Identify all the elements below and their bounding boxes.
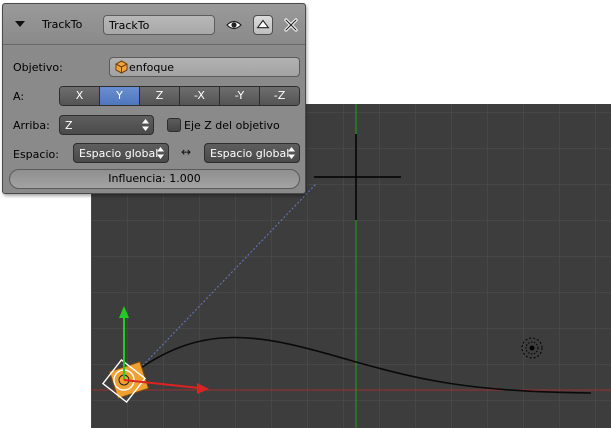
- owner-space-dropdown[interactable]: Espacio global: [73, 143, 169, 163]
- collapse-triangle-icon[interactable]: [15, 21, 25, 27]
- panel-header: TrackTo TrackTo: [3, 4, 305, 45]
- transform-gizmo: [119, 306, 209, 394]
- axis-neg-z-button[interactable]: -Z: [260, 87, 299, 105]
- target-z-checkbox-label: Eje Z del objetivo: [184, 119, 280, 132]
- up-axis-value: Z: [65, 119, 73, 132]
- updown-arrows-icon: [288, 147, 295, 159]
- target-empty-icon: [521, 337, 543, 359]
- up-axis-label: Arriba:: [13, 119, 50, 132]
- to-axis-selector: X Y Z -X -Y -Z: [59, 86, 300, 106]
- track-line: [128, 183, 317, 381]
- influence-slider[interactable]: Influencia: 1.000: [9, 169, 300, 189]
- to-axis-label: A:: [13, 90, 25, 103]
- target-object-value: enfoque: [129, 61, 175, 74]
- axis-neg-x-button[interactable]: -X: [180, 87, 220, 105]
- constraint-name-field[interactable]: TrackTo: [103, 15, 215, 35]
- constraint-type-label: TrackTo: [42, 18, 83, 31]
- space-label: Espacio:: [13, 148, 59, 161]
- space-arrow-icon: ↔: [181, 145, 192, 159]
- axis-x-button[interactable]: X: [60, 87, 100, 105]
- target-object-field[interactable]: enfoque: [109, 57, 300, 77]
- close-icon[interactable]: [282, 16, 300, 34]
- target-space-value: Espacio global: [210, 147, 290, 160]
- path-curve: [125, 336, 592, 394]
- move-up-icon[interactable]: [253, 15, 273, 35]
- up-axis-dropdown[interactable]: Z: [59, 115, 154, 135]
- target-z-checkbox[interactable]: [167, 118, 181, 132]
- empty-crosshair: [314, 134, 401, 220]
- updown-arrows-icon: [157, 147, 164, 159]
- eye-icon[interactable]: [225, 16, 243, 34]
- target-space-dropdown[interactable]: Espacio global: [204, 143, 300, 163]
- updown-arrows-icon: [142, 119, 149, 131]
- axis-z-button[interactable]: Z: [140, 87, 180, 105]
- target-label: Objetivo:: [13, 61, 63, 74]
- object-icon: [115, 60, 128, 74]
- axis-neg-y-button[interactable]: -Y: [220, 87, 260, 105]
- track-to-constraint-panel: TrackTo TrackTo Objetivo: enfoque A: X Y…: [2, 3, 306, 194]
- axis-y-button[interactable]: Y: [100, 87, 140, 105]
- owner-space-value: Espacio global: [79, 147, 159, 160]
